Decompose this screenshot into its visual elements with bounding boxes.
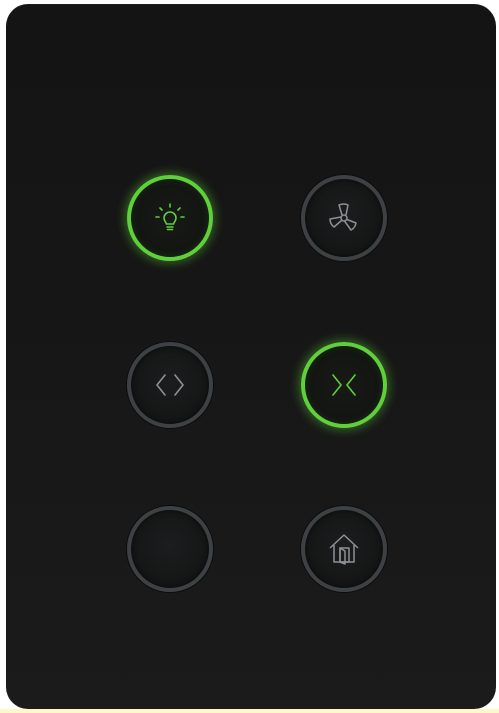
chevrons-inward-icon	[321, 362, 367, 408]
blank-button[interactable]	[127, 506, 213, 592]
lightbulb-icon	[147, 195, 193, 241]
fan-icon	[321, 195, 367, 241]
curtain-close-button[interactable]	[301, 342, 387, 428]
house-exit-icon	[321, 526, 367, 572]
touch-switch-panel	[6, 4, 496, 709]
home-exit-button[interactable]	[301, 506, 387, 592]
chevrons-outward-icon	[147, 362, 193, 408]
fan-button[interactable]	[301, 175, 387, 261]
light-button[interactable]	[127, 175, 213, 261]
curtain-open-button[interactable]	[127, 342, 213, 428]
bottom-edge	[0, 709, 499, 713]
